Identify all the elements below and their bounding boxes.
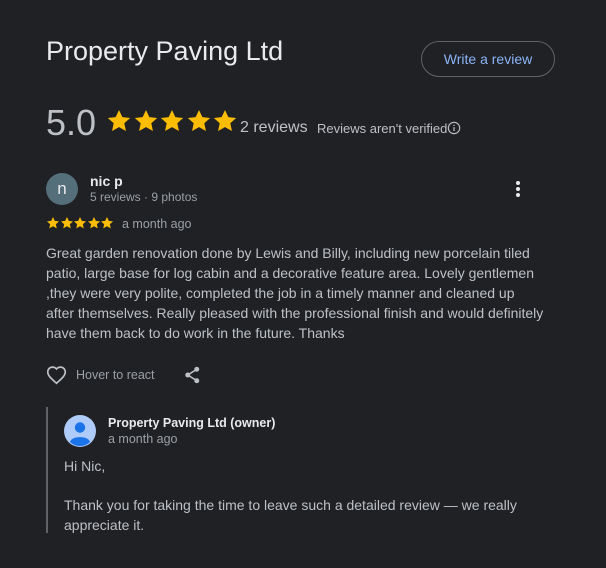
star-icon bbox=[46, 217, 60, 229]
star-icon bbox=[134, 109, 157, 131]
write-review-button[interactable]: Write a review bbox=[421, 41, 555, 77]
heart-icon[interactable] bbox=[46, 365, 67, 385]
reviewer-meta: 5 reviews · 9 photos bbox=[90, 190, 198, 204]
star-icon bbox=[87, 217, 100, 229]
star-icon bbox=[100, 217, 114, 229]
overall-stars bbox=[106, 108, 239, 134]
reviewer-avatar[interactable]: n bbox=[46, 173, 78, 205]
reply-divider bbox=[46, 407, 48, 533]
overall-rating: 5.0 bbox=[46, 102, 97, 143]
review-stars bbox=[46, 216, 114, 230]
react-label: Hover to react bbox=[76, 368, 155, 382]
reply-body: Thank you for taking the time to leave s… bbox=[64, 497, 517, 533]
star-icon bbox=[73, 217, 87, 229]
business-title: Property Paving Ltd bbox=[46, 36, 284, 66]
star-icon bbox=[160, 109, 184, 131]
verification-note: Reviews aren't verified bbox=[317, 121, 448, 136]
star-icon bbox=[213, 109, 237, 131]
star-icon bbox=[60, 217, 73, 229]
info-icon[interactable] bbox=[447, 121, 461, 135]
reply-greeting: Hi Nic, bbox=[64, 458, 106, 474]
reviewer-name[interactable]: nic p bbox=[90, 173, 123, 189]
reviews-count[interactable]: 2 reviews bbox=[240, 119, 308, 137]
owner-reply-date: a month ago bbox=[108, 432, 178, 446]
share-icon[interactable] bbox=[183, 365, 202, 385]
review-date: a month ago bbox=[122, 217, 192, 231]
star-icon bbox=[107, 109, 131, 131]
more-vert-icon[interactable] bbox=[510, 179, 526, 199]
star-icon bbox=[187, 109, 210, 131]
owner-name: Property Paving Ltd (owner) bbox=[108, 416, 276, 430]
person-icon bbox=[64, 415, 96, 447]
review-text: Great garden renovation done by Lewis an… bbox=[46, 245, 544, 341]
